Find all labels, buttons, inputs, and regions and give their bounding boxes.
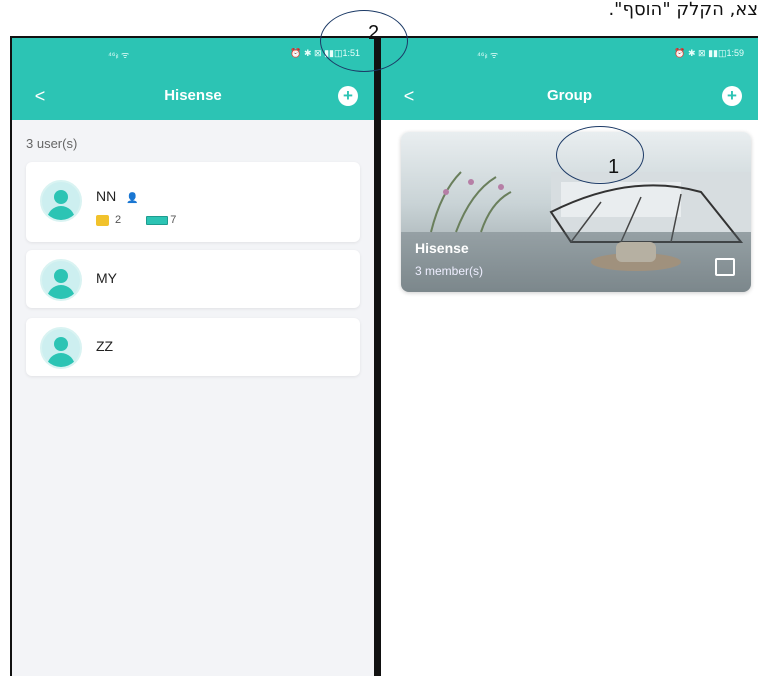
callout-1-bubble bbox=[556, 126, 644, 184]
page-title: Group bbox=[547, 87, 592, 104]
user-count: 3 user(s) bbox=[26, 136, 78, 151]
user-name: MY bbox=[96, 270, 117, 286]
signal-icon: ⁴⁶ᵢₗ ᯤ bbox=[108, 50, 130, 60]
status-time: ⏰ ✱ ⊠ ▮▮◫1:59 bbox=[674, 48, 744, 58]
user-card-nn[interactable]: NN 👤 2 7 bbox=[26, 162, 360, 242]
user-name: ZZ bbox=[96, 338, 114, 354]
user-card-my[interactable]: MY bbox=[26, 250, 360, 308]
nav-bar: < Group + bbox=[381, 82, 758, 112]
callout-2-bubble bbox=[320, 10, 408, 72]
card-count: 7 bbox=[170, 214, 177, 226]
add-group-button[interactable]: + bbox=[722, 86, 742, 106]
callout-1-number: 1 bbox=[608, 156, 620, 178]
group-list-screen: ⁴⁶ᵢₗ ᯤ ⏰ ✱ ⊠ ▮▮◫1:59 < Group + Hisense 3… bbox=[379, 36, 758, 676]
avatar bbox=[40, 259, 82, 301]
user-card-zz[interactable]: ZZ bbox=[26, 318, 360, 376]
fingerprint-folder-icon bbox=[96, 214, 109, 226]
hisense-group-screen: ⁴⁶ᵢₗ ᯤ ⏰ ✱ ⊠ ▮▮◫1:51 < Hisense + 3 user(… bbox=[10, 36, 376, 676]
folder-count: 2 bbox=[115, 214, 122, 226]
callout-2-number: 2 bbox=[368, 22, 380, 44]
header-bar: ⁴⁶ᵢₗ ᯤ ⏰ ✱ ⊠ ▮▮◫1:59 < Group + bbox=[381, 38, 758, 120]
user-name: NN bbox=[96, 188, 117, 204]
instruction-text: צא, הקלק "הוסף". bbox=[608, 0, 758, 20]
avatar bbox=[40, 180, 82, 222]
status-bar: ⁴⁶ᵢₗ ᯤ ⏰ ✱ ⊠ ▮▮◫1:51 bbox=[12, 48, 374, 66]
card-icon bbox=[146, 215, 169, 225]
page-title: Hisense bbox=[164, 87, 222, 104]
nav-bar: < Hisense + bbox=[12, 82, 374, 112]
status-bar: ⁴⁶ᵢₗ ᯤ ⏰ ✱ ⊠ ▮▮◫1:59 bbox=[381, 48, 758, 66]
header-bar: ⁴⁶ᵢₗ ᯤ ⏰ ✱ ⊠ ▮▮◫1:51 < Hisense + bbox=[12, 38, 374, 120]
add-user-button[interactable]: + bbox=[338, 86, 358, 106]
avatar bbox=[40, 327, 82, 369]
group-name: Hisense bbox=[415, 240, 469, 256]
admin-user-icon: 👤 bbox=[126, 193, 139, 204]
signal-icon: ⁴⁶ᵢₗ ᯤ bbox=[477, 50, 499, 60]
edit-icon[interactable] bbox=[715, 258, 735, 276]
group-member-count: 3 member(s) bbox=[415, 264, 484, 278]
